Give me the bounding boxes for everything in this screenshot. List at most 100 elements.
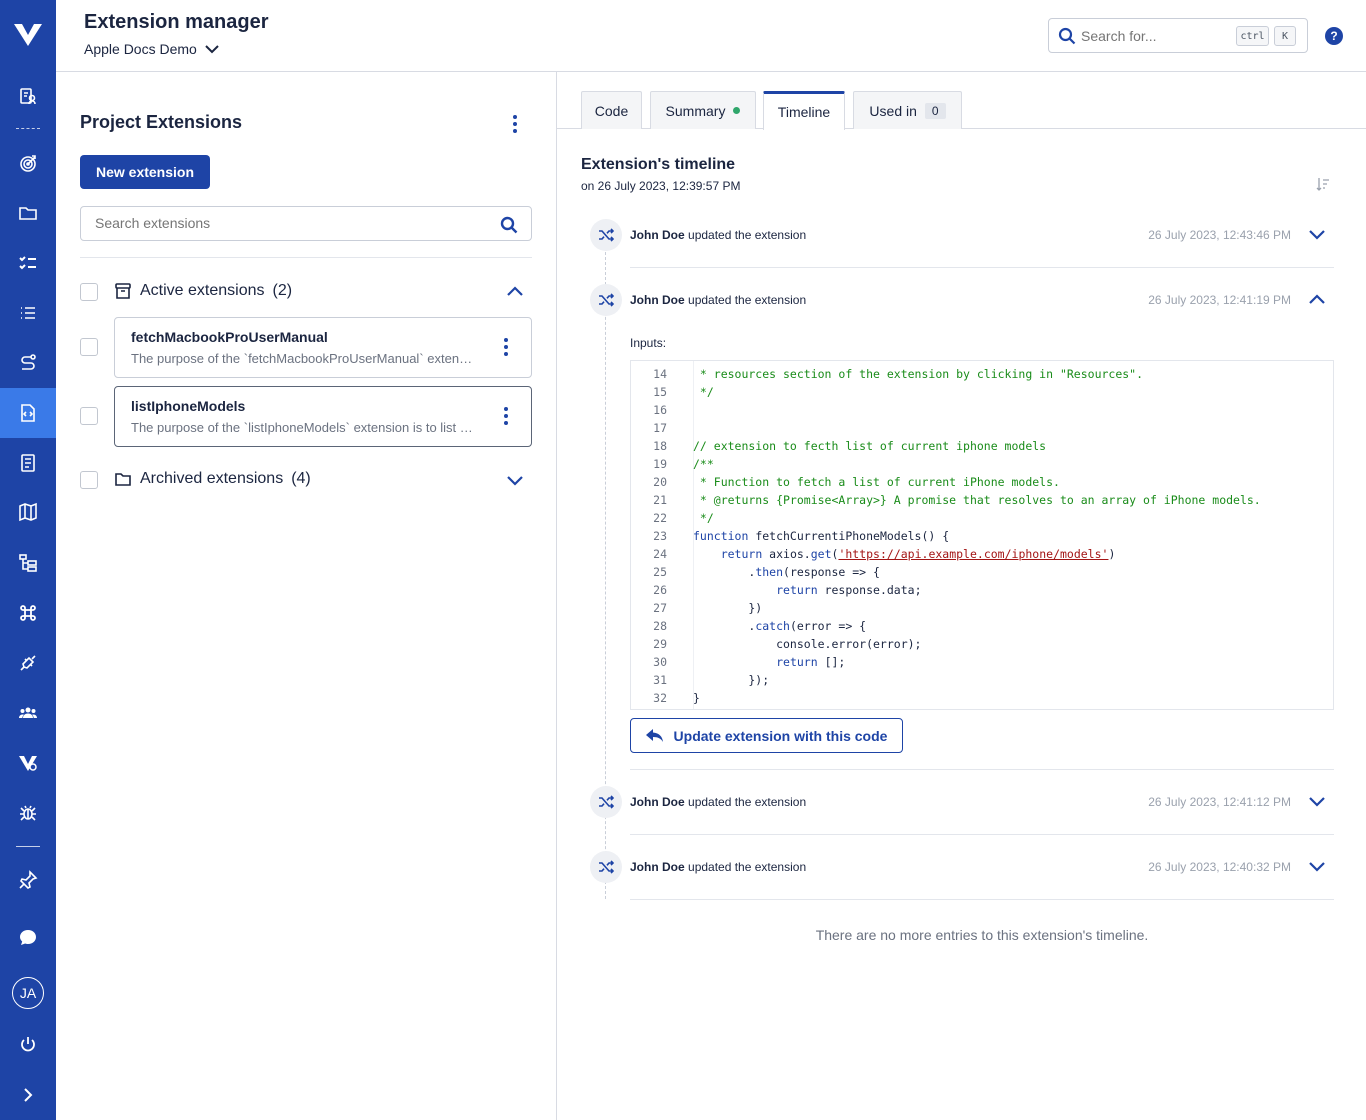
team-icon[interactable] xyxy=(16,701,40,725)
code-line: 15 */ xyxy=(631,385,1333,403)
global-search-input[interactable] xyxy=(1081,26,1231,46)
code-line: 23 function fetchCurrentiPhoneModels() { xyxy=(631,529,1333,547)
tab-summary[interactable]: Summary xyxy=(650,91,756,129)
chevron-up-icon[interactable] xyxy=(506,285,524,297)
status-dot xyxy=(733,107,741,114)
extensions-search[interactable] xyxy=(80,206,532,241)
code-viewer[interactable]: 14 * resources section of the extension … xyxy=(630,360,1334,710)
update-extension-button[interactable]: Update extension with this code xyxy=(630,718,903,753)
tab-timeline[interactable]: Timeline xyxy=(763,91,845,130)
code-text: * @returns {Promise<Array>} A promise th… xyxy=(693,493,1261,507)
line-number: 14 xyxy=(653,367,667,381)
timeline-separator xyxy=(630,267,1334,268)
timeline-separator xyxy=(630,769,1334,770)
shortcut-k-key: K xyxy=(1274,26,1296,46)
extension-card-selected[interactable]: listIphoneModels The purpose of the `lis… xyxy=(114,386,532,447)
code-line: 26 return response.data; xyxy=(631,583,1333,601)
extension-checkbox[interactable] xyxy=(80,407,98,425)
app-root: JA Extension manager Apple Docs Demo ctr… xyxy=(0,0,1366,1120)
chevron-down-icon[interactable] xyxy=(1308,796,1326,808)
code-line: 27 }) xyxy=(631,601,1333,619)
extension-card[interactable]: fetchMacbookProUserManual The purpose of… xyxy=(114,317,532,378)
timeline-title: Extension's timeline xyxy=(581,156,736,173)
line-number: 20 xyxy=(653,475,667,489)
code-line: 28 .catch(error => { xyxy=(631,619,1333,637)
timeline-entry-text: John Doe updated the extension xyxy=(630,228,806,242)
extensions-search-input[interactable] xyxy=(95,215,475,231)
shuffle-icon xyxy=(590,851,622,883)
power-icon[interactable] xyxy=(16,1033,40,1057)
extension-checkbox[interactable] xyxy=(80,338,98,356)
new-extension-button[interactable]: New extension xyxy=(80,155,210,189)
plug-icon[interactable] xyxy=(16,651,40,675)
panel-title: Project Extensions xyxy=(80,112,243,132)
sidebar-divider xyxy=(16,846,40,847)
checklist-icon[interactable] xyxy=(16,251,40,275)
settings-logo-icon[interactable] xyxy=(16,751,40,775)
project-selector[interactable]: Apple Docs Demo xyxy=(84,41,219,57)
list-icon[interactable] xyxy=(16,301,40,325)
code-line: 16 xyxy=(631,403,1333,421)
timeline-user: John Doe xyxy=(630,293,685,307)
extension-icon[interactable] xyxy=(16,401,40,425)
pin-icon[interactable] xyxy=(16,868,40,892)
tab-code[interactable]: Code xyxy=(581,91,642,129)
target-icon[interactable] xyxy=(16,151,40,175)
code-text: console.error(error); xyxy=(693,637,922,651)
line-number: 17 xyxy=(653,421,667,435)
tab-label: Used in xyxy=(869,102,917,119)
active-group-label: Active extensions xyxy=(140,282,265,299)
chat-icon[interactable] xyxy=(16,926,40,950)
chevron-up-icon[interactable] xyxy=(1308,293,1326,305)
timeline-date: 26 July 2023, 12:41:12 PM xyxy=(1148,795,1291,809)
timeline-entry-text: John Doe updated the extension xyxy=(630,293,806,307)
code-line: 25 .then(response => { xyxy=(631,565,1333,583)
archived-group-checkbox[interactable] xyxy=(80,471,98,489)
global-search[interactable]: ctrl K xyxy=(1048,18,1308,53)
timeline-separator xyxy=(630,834,1334,835)
timeline-action: updated the extension xyxy=(688,293,807,307)
timeline-subtitle: on 26 July 2023, 12:39:57 PM xyxy=(581,179,741,193)
code-text: * resources section of the extension by … xyxy=(693,367,1144,381)
search-icon[interactable] xyxy=(500,216,518,234)
chevron-down-icon[interactable] xyxy=(506,475,524,487)
brand-logo-icon[interactable] xyxy=(12,22,44,48)
line-number: 15 xyxy=(653,385,667,399)
chevron-down-icon[interactable] xyxy=(1308,229,1326,241)
chevron-down-icon[interactable] xyxy=(1308,861,1326,873)
divider xyxy=(80,257,532,258)
route-icon[interactable] xyxy=(16,351,40,375)
extension-more-icon[interactable] xyxy=(501,338,511,356)
extensions-list-panel: Project Extensions New extension Active … xyxy=(56,72,557,1120)
report-icon[interactable] xyxy=(16,451,40,475)
code-text: } xyxy=(693,691,700,705)
folder-icon[interactable] xyxy=(16,201,40,225)
timeline-separator xyxy=(630,899,1334,900)
sort-icon[interactable] xyxy=(1315,176,1331,192)
panel-more-icon[interactable] xyxy=(510,115,520,133)
archived-extensions-group[interactable]: Archived extensions (4) xyxy=(114,470,311,488)
count-badge: 0 xyxy=(924,102,946,119)
bug-icon[interactable] xyxy=(16,801,40,825)
line-number: 22 xyxy=(653,511,667,525)
code-line: 30 return []; xyxy=(631,655,1333,673)
map-icon[interactable] xyxy=(16,500,40,524)
user-avatar[interactable]: JA xyxy=(12,977,44,1009)
timeline-action: updated the extension xyxy=(688,795,807,809)
top-header: Extension manager Apple Docs Demo ctrl K… xyxy=(56,0,1366,72)
hierarchy-icon[interactable] xyxy=(16,551,40,575)
help-icon[interactable]: ? xyxy=(1325,27,1343,45)
tab-used-in[interactable]: Used in 0 xyxy=(853,91,962,129)
extension-more-icon[interactable] xyxy=(501,407,511,425)
command-icon[interactable] xyxy=(16,601,40,625)
active-group-count: (2) xyxy=(272,282,293,299)
code-line: 31 }); xyxy=(631,673,1333,691)
active-extensions-group[interactable]: Active extensions (2) xyxy=(114,282,292,300)
timeline-date: 26 July 2023, 12:43:46 PM xyxy=(1148,228,1291,242)
tabs-bar: Code Summary Timeline Used in 0 xyxy=(557,72,1366,130)
expand-icon[interactable] xyxy=(16,1083,40,1107)
tab-label: Summary xyxy=(665,102,726,119)
people-search-icon[interactable] xyxy=(16,84,40,108)
code-text: }); xyxy=(693,673,770,687)
active-group-checkbox[interactable] xyxy=(80,283,98,301)
